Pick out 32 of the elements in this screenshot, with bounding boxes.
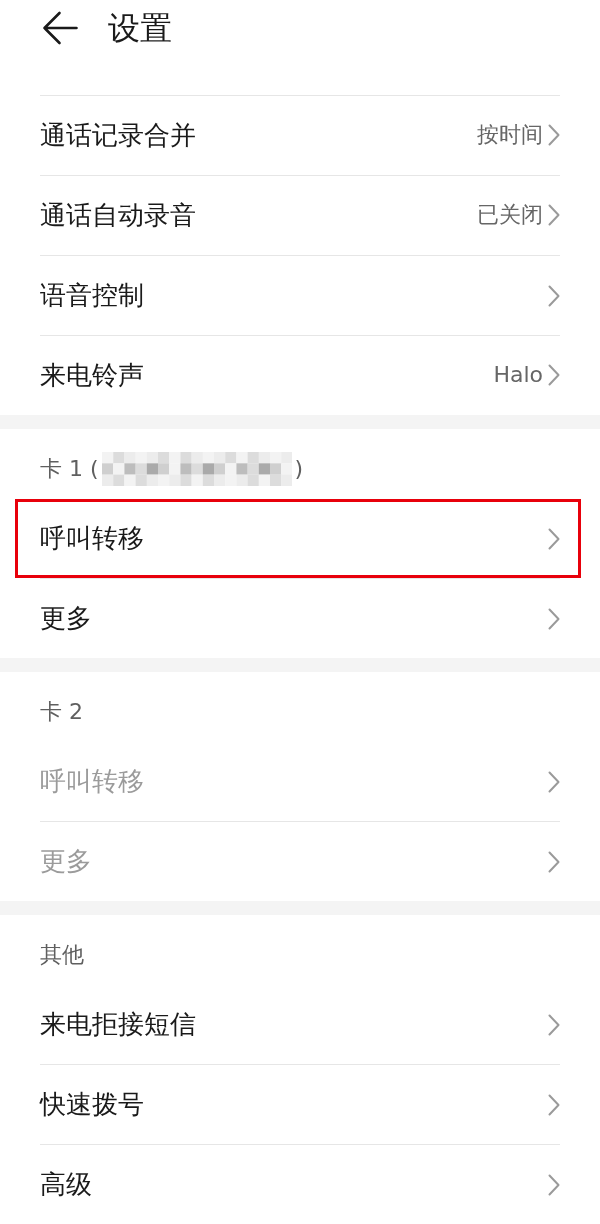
row-label: 高级 (40, 1168, 92, 1201)
chevron-right-icon (548, 1013, 560, 1036)
chevron-right-icon (548, 1173, 560, 1196)
chevron-right-icon (548, 607, 560, 630)
chevron-right-icon (548, 527, 560, 550)
chevron-right-icon (548, 770, 560, 793)
chevron-right-icon (548, 284, 560, 307)
chevron-right-icon (548, 1093, 560, 1116)
row-label: 通话记录合并 (40, 119, 196, 152)
row-label: 呼叫转移 (40, 522, 144, 555)
row-label: 呼叫转移 (40, 765, 144, 798)
row-label: 更多 (40, 602, 92, 635)
section-header: 卡 1 ( (40, 455, 99, 483)
page-title: 设置 (108, 8, 172, 48)
row-label: 通话自动录音 (40, 199, 196, 232)
row-label: 语音控制 (40, 279, 144, 312)
chevron-right-icon (548, 364, 560, 387)
chevron-right-icon (548, 124, 560, 147)
section-header: 卡 2 (40, 698, 83, 726)
row-label: 来电铃声 (40, 359, 144, 392)
back-button[interactable] (42, 11, 78, 45)
row-label: 更多 (40, 845, 92, 878)
row-label: 来电拒接短信 (40, 1008, 196, 1041)
section-header: 其他 (40, 941, 84, 969)
row-label: 快速拨号 (40, 1088, 144, 1121)
row-value: 按时间 (477, 122, 543, 149)
chevron-right-icon (548, 850, 560, 873)
chevron-right-icon (548, 204, 560, 227)
header-suffix: ) (294, 455, 304, 483)
row-value: 已关闭 (477, 202, 543, 229)
back-arrow-icon (42, 11, 78, 45)
row-value: Halo (493, 362, 543, 389)
